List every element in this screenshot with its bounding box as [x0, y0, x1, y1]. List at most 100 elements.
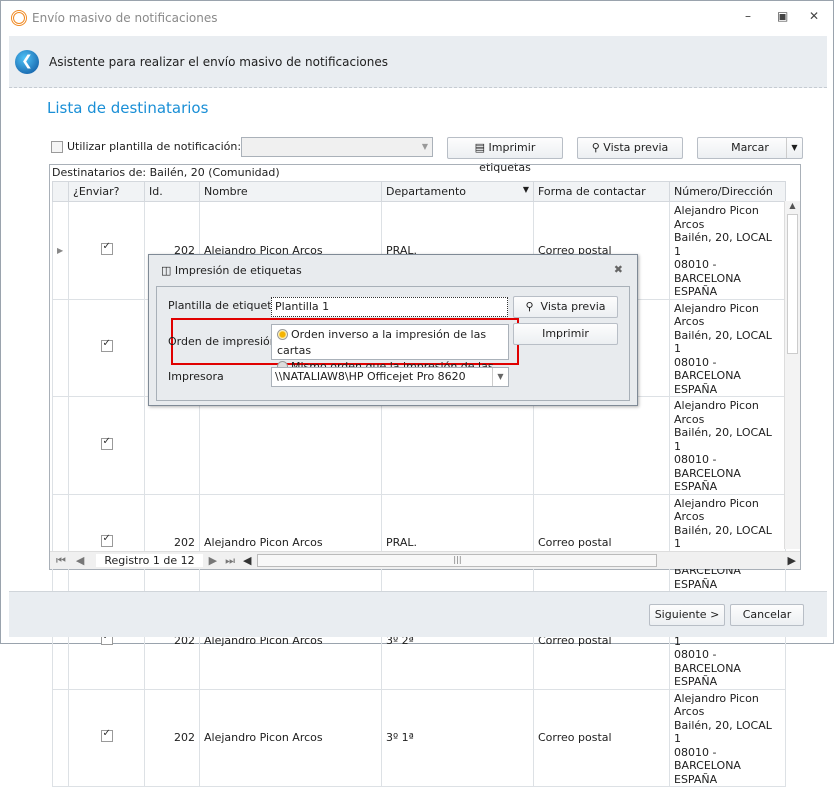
- prev-record-icon[interactable]: ◀: [76, 554, 84, 567]
- row-indicator: [52, 493, 69, 592]
- use-template-label: Utilizar plantilla de notificación:: [67, 140, 242, 153]
- print-labels-button[interactable]: ▤ Imprimir etiquetas: [447, 137, 563, 174]
- horizontal-scrollbar[interactable]: |||: [257, 554, 658, 567]
- scroll-right-icon[interactable]: ▶: [787, 554, 795, 567]
- address-cell: Alejandro Picon ArcosBailén, 20, LOCAL 1…: [669, 201, 786, 300]
- print-icon: ▤: [474, 141, 489, 154]
- cancel-button[interactable]: Cancelar: [730, 604, 804, 626]
- label-template-input[interactable]: Plantilla 1: [271, 297, 508, 317]
- minimize-button[interactable]: –: [745, 9, 751, 23]
- title-bar: Envío masivo de notificaciones: [1, 1, 833, 35]
- app-icon: [11, 10, 27, 26]
- dialog-close-icon[interactable]: ✖: [614, 263, 623, 276]
- address-line: Bailén, 20, LOCAL 1: [674, 328, 772, 356]
- name-cell: [199, 396, 382, 495]
- use-template-checkbox[interactable]: [51, 141, 63, 153]
- label-sheet-icon: ◫: [161, 264, 175, 277]
- name-cell: Alejandro Picon Arcos: [199, 688, 382, 787]
- order-option-reverse[interactable]: Orden inverso a la impresión de las cart…: [277, 327, 503, 359]
- chevron-down-icon[interactable]: ▼: [492, 368, 508, 386]
- address-line: 08010 - BARCELONA: [674, 453, 741, 480]
- col-id[interactable]: Id.: [144, 181, 200, 202]
- address-line: Bailén, 20, LOCAL 1: [674, 718, 772, 746]
- id-cell: 202: [144, 493, 200, 592]
- send-cell[interactable]: [68, 396, 145, 495]
- next-record-icon[interactable]: ▶: [209, 554, 217, 567]
- send-checkbox[interactable]: [100, 728, 113, 743]
- address-line: Alejandro Picon Arcos: [674, 301, 759, 329]
- mark-button[interactable]: Marcar ▼: [697, 137, 803, 159]
- address-line: Bailén, 20, LOCAL 1: [674, 426, 772, 453]
- scroll-left-icon[interactable]: ◀: [243, 554, 251, 567]
- address-line: ESPAÑA: [674, 772, 718, 786]
- table-row[interactable]: Alejandro Picon ArcosBailén, 20, LOCAL 1…: [52, 396, 786, 495]
- order-option-reverse-label: Orden inverso a la impresión de las cart…: [277, 328, 487, 357]
- address-line: ESPAÑA: [674, 577, 718, 591]
- name-cell: Alejandro Picon Arcos: [199, 493, 382, 592]
- chevron-down-icon[interactable]: ▼: [786, 138, 802, 158]
- row-indicator: [52, 396, 69, 495]
- address-line: Alejandro Picon Arcos: [674, 204, 759, 231]
- row-indicator: [52, 688, 69, 787]
- send-cell[interactable]: [68, 201, 145, 300]
- printer-select[interactable]: \\NATALIAW8\HP Officejet Pro 8620 ▼: [271, 367, 509, 387]
- col-department[interactable]: Departamento ▼: [381, 181, 534, 202]
- first-record-icon[interactable]: ⏮: [56, 554, 66, 568]
- contact-cell: Correo postal: [533, 493, 670, 592]
- send-checkbox[interactable]: [100, 436, 113, 450]
- id-cell: [144, 396, 200, 495]
- window-title: Envío masivo de notificaciones: [32, 11, 218, 25]
- wizard-header: ❮ Asistente para realizar el envío masiv…: [9, 36, 827, 88]
- radio-selected[interactable]: [277, 329, 288, 340]
- col-department-label: Departamento: [386, 185, 467, 198]
- wizard-title: Asistente para realizar el envío masivo …: [49, 54, 389, 69]
- preview-button[interactable]: ⚲ Vista previa: [577, 137, 683, 159]
- dialog-titlebar: ◫ Impresión de etiquetas: [161, 264, 302, 277]
- vertical-scrollbar[interactable]: ▲: [784, 201, 800, 549]
- dialog-body: Plantilla de etiqueta: Plantilla 1 ⚲ Vis…: [156, 286, 630, 401]
- table-row[interactable]: 202 Alejandro Picon Arcos 3º 1ª Correo p…: [52, 688, 786, 787]
- address-line: Alejandro Picon Arcos: [674, 399, 759, 426]
- row-indicator: ▶: [52, 201, 69, 300]
- dialog-title: Impresión de etiquetas: [174, 264, 302, 277]
- order-label: Orden de impresión:: [168, 335, 281, 348]
- address-line: 08010 - BARCELONA: [674, 258, 741, 285]
- col-name[interactable]: Nombre: [199, 181, 382, 202]
- section-title: Lista de destinatarios: [47, 99, 209, 117]
- record-navigator: ⏮ ◀ Registro 1 de 12 ▶ ⏭ ◀ ||| ▶: [50, 551, 800, 569]
- next-button[interactable]: Siguiente >: [649, 604, 725, 626]
- template-select[interactable]: ▼: [241, 137, 433, 157]
- send-checkbox[interactable]: [100, 533, 113, 548]
- send-cell[interactable]: [68, 493, 145, 592]
- id-cell: 202: [144, 688, 200, 787]
- last-record-icon[interactable]: ⏭: [225, 554, 235, 568]
- send-checkbox[interactable]: [100, 338, 113, 353]
- send-cell[interactable]: [68, 298, 145, 397]
- address-cell: Alejandro Picon ArcosBailén, 20, LOCAL 1…: [669, 396, 786, 495]
- close-button[interactable]: ✕: [809, 9, 819, 23]
- magnifier-icon: ⚲: [591, 141, 604, 154]
- preview-label: Vista previa: [603, 141, 669, 154]
- template-label: Plantilla de etiqueta:: [168, 299, 282, 312]
- address-line: 08010 - BARCELONA: [674, 648, 741, 675]
- col-address[interactable]: Número/Dirección: [669, 181, 786, 202]
- back-arrow-icon[interactable]: ❮: [15, 49, 39, 74]
- send-checkbox[interactable]: [100, 241, 113, 255]
- magnifier-icon: ⚲: [525, 300, 541, 313]
- contact-cell: [533, 396, 670, 495]
- printer-label: Impresora: [168, 370, 224, 383]
- order-radio-group: Orden inverso a la impresión de las cart…: [271, 324, 509, 389]
- print-labels-dialog: ◫ Impresión de etiquetas ✖ Plantilla de …: [148, 254, 638, 406]
- print-button[interactable]: Imprimir: [513, 323, 618, 345]
- col-send[interactable]: ¿Enviar?: [68, 181, 145, 202]
- address-line: Bailén, 20, LOCAL 1: [674, 231, 772, 258]
- send-cell[interactable]: [68, 688, 145, 787]
- maximize-button[interactable]: ▣: [777, 9, 788, 23]
- table-row[interactable]: 202 Alejandro Picon Arcos PRAL. Correo p…: [52, 493, 786, 592]
- grid-caption: Destinatarios de: Bailén, 20 (Comunidad): [52, 166, 280, 179]
- address-line: ESPAÑA: [674, 675, 718, 688]
- address-line: Alejandro Picon Arcos: [674, 496, 759, 524]
- col-contact[interactable]: Forma de contactar: [533, 181, 670, 202]
- dialog-preview-button[interactable]: ⚲ Vista previa: [513, 296, 618, 318]
- wizard-footer: Siguiente > Cancelar: [9, 591, 827, 637]
